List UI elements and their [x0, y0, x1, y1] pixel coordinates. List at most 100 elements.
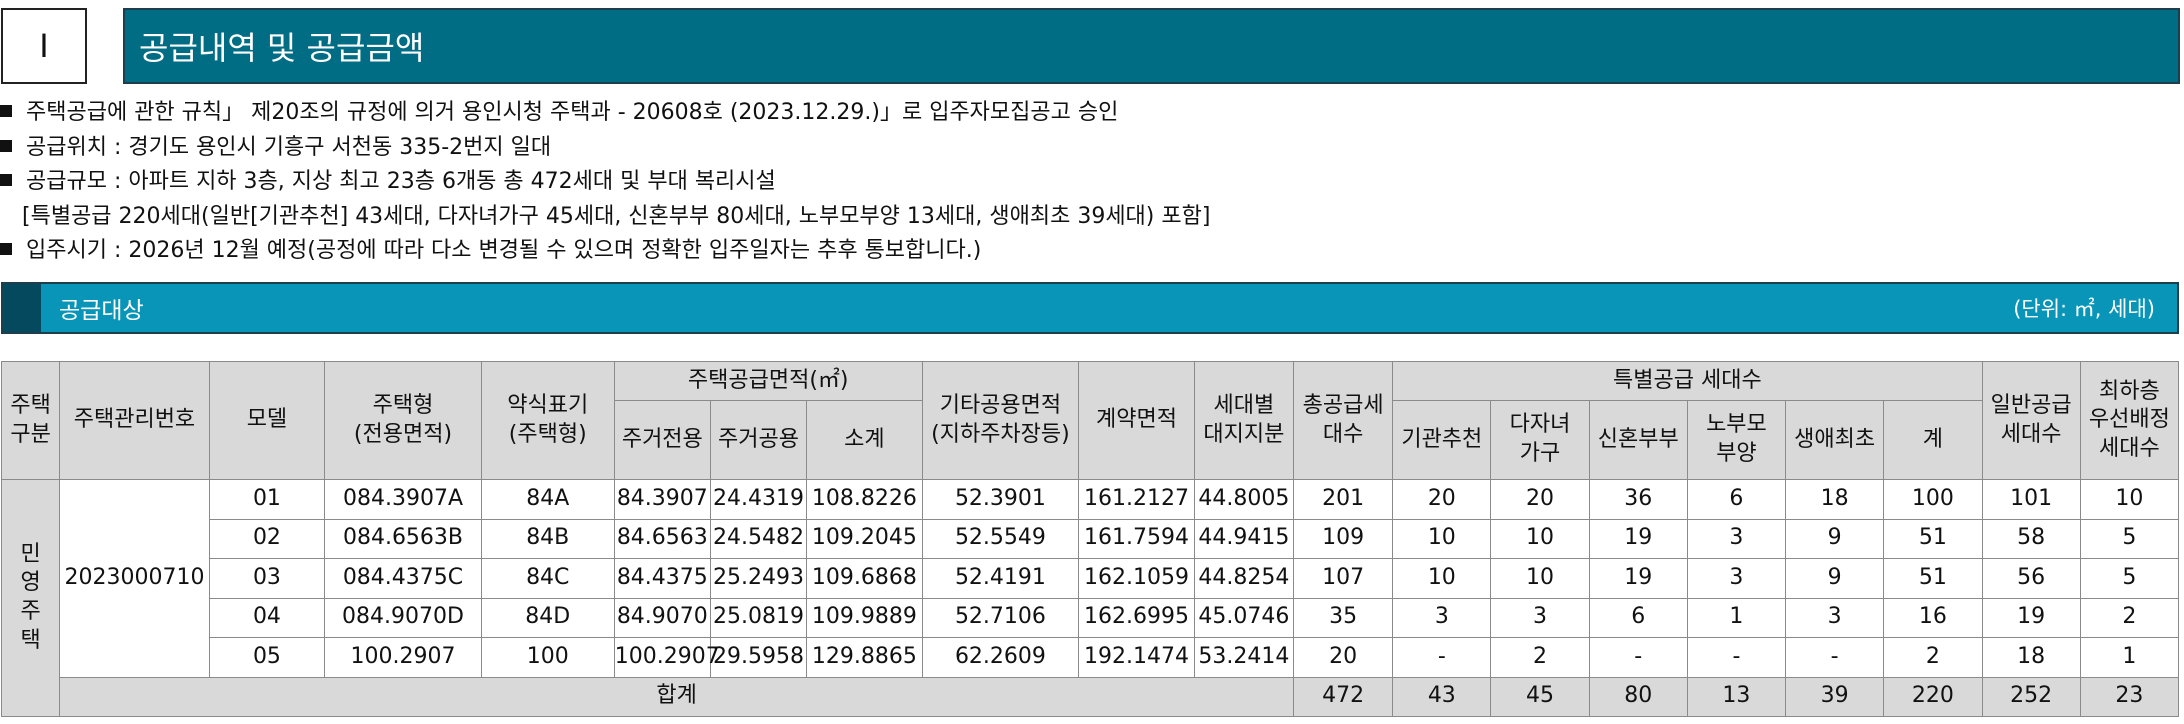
col-header-private: 주거전용 — [613, 400, 711, 480]
cell-lowest-floor: 5 — [2079, 518, 2180, 559]
table-row: 05 100.2907 100 100.2907 29.5958 129.886… — [2, 637, 2180, 678]
cell-housing-type: 084.9070D — [324, 597, 482, 638]
cell-lowest-floor: 10 — [2079, 479, 2180, 520]
total-institution: 43 — [1392, 676, 1492, 717]
col-header-newlywed: 신혼부부 — [1588, 400, 1688, 480]
total-special-sum: 220 — [1883, 676, 1983, 717]
table-row: 04 084.9070D 84D 84.9070 25.0819 109.988… — [2, 597, 2180, 638]
col-header-total-units: 총공급세 대수 — [1292, 361, 1394, 480]
cell-lowest-floor: 5 — [2079, 558, 2180, 599]
col-header-land-share: 세대별 대지지분 — [1193, 361, 1295, 480]
square-bullet-icon — [0, 243, 12, 255]
cell-contract-area: 162.1059 — [1078, 558, 1195, 599]
info-line: 공급규모 : 아파트 지하 3층, 지상 최고 23층 6개동 총 472세대 … — [0, 165, 2180, 200]
table-row: 02 084.6563B 84B 84.6563 24.5482 109.204… — [2, 518, 2180, 559]
col-header-first-time: 생애최초 — [1785, 400, 1885, 480]
cell-special-sum: 51 — [1883, 558, 1983, 599]
cell-contract-area: 192.1474 — [1078, 637, 1195, 678]
cell-private: 84.6563 — [613, 518, 711, 559]
cell-special-sum: 16 — [1883, 597, 1983, 638]
cell-multi-child: 10 — [1490, 558, 1590, 599]
cell-general: 18 — [1981, 637, 2081, 678]
cell-other-common: 52.4191 — [921, 558, 1080, 599]
col-header-model: 모델 — [208, 361, 326, 480]
square-bullet-icon — [0, 105, 12, 117]
cell-multi-child: 10 — [1490, 518, 1590, 559]
col-header-supply-area: 주택공급면적(㎡) — [613, 361, 923, 401]
total-multi-child: 45 — [1490, 676, 1590, 717]
total-general: 252 — [1981, 676, 2081, 717]
subsection-marker — [3, 284, 41, 332]
cell-subtotal: 109.9889 — [806, 597, 923, 638]
cell-lowest-floor: 2 — [2079, 597, 2180, 638]
info-list: 주택공급에 관한 규칙」 제20조의 규정에 의거 용인시청 주택과 - 206… — [0, 96, 2180, 269]
cell-private: 84.3907 — [613, 479, 711, 520]
info-line: 입주시기 : 2026년 12월 예정(공정에 따라 다소 변경될 수 있으며 … — [0, 234, 2180, 269]
total-label: 합계 — [59, 676, 1294, 717]
cell-special-sum: 51 — [1883, 518, 1983, 559]
section-title: 공급내역 및 공급금액 — [123, 8, 2180, 84]
col-header-special-sum: 계 — [1883, 400, 1983, 480]
total-newlywed: 80 — [1588, 676, 1688, 717]
cell-elderly: 3 — [1686, 558, 1787, 599]
cell-housing-type: 100.2907 — [324, 637, 482, 678]
cell-private: 84.4375 — [613, 558, 711, 599]
cell-newlywed: 6 — [1588, 597, 1688, 638]
cell-other-common: 52.7106 — [921, 597, 1080, 638]
square-bullet-icon — [0, 139, 12, 152]
cell-institution: 10 — [1392, 558, 1492, 599]
cell-abbr: 84C — [480, 558, 615, 599]
table-row: 민 영 주 택 2023000710 01 084.3907A 84A 84.3… — [0, 479, 2180, 717]
info-line: 공급위치 : 경기도 용인시 기흥구 서천동 335-2번지 일대 — [0, 131, 2180, 166]
cell-housing-type: 084.6563B — [324, 518, 482, 559]
cell-institution: 3 — [1392, 597, 1492, 638]
cell-special-sum: 100 — [1883, 479, 1983, 520]
col-header-elderly: 노부모 부양 — [1686, 400, 1787, 480]
cell-elderly: 6 — [1686, 479, 1787, 520]
cell-first-time: - — [1785, 637, 1885, 678]
cell-common: 24.4319 — [709, 479, 808, 520]
col-header-institution: 기관추천 — [1392, 400, 1492, 480]
cell-multi-child: 3 — [1490, 597, 1590, 638]
cell-other-common: 52.3901 — [921, 479, 1080, 520]
total-row: 합계 472 43 45 80 13 39 220 252 23 — [2, 676, 2180, 717]
unit-label: (단위: ㎡, 세대) — [2013, 297, 2155, 321]
cell-subtotal: 129.8865 — [806, 637, 923, 678]
cell-contract-area: 161.2127 — [1078, 479, 1195, 520]
supply-table: 주택 구분 주택관리번호 모델 주택형 (전용면적) 약식표기 (주택형) 주택… — [0, 361, 2180, 717]
cell-subtotal: 109.2045 — [806, 518, 923, 559]
cell-lowest-floor: 1 — [2079, 637, 2180, 678]
cell-general: 58 — [1981, 518, 2081, 559]
subsection-title: 공급대상 — [59, 298, 144, 324]
cell-abbr: 100 — [480, 637, 615, 678]
cell-first-time: 3 — [1785, 597, 1885, 638]
cell-land-share: 44.9415 — [1193, 518, 1295, 559]
cell-housing-type: 084.4375C — [324, 558, 482, 599]
cell-model: 05 — [208, 637, 326, 678]
cell-other-common: 62.2609 — [921, 637, 1080, 678]
col-header-abbr: 약식표기 (주택형) — [480, 361, 615, 480]
cell-model: 03 — [208, 558, 326, 599]
cell-total-units: 20 — [1292, 637, 1394, 678]
cell-first-time: 9 — [1785, 558, 1885, 599]
cell-subtotal: 109.6868 — [806, 558, 923, 599]
cell-subtotal: 108.8226 — [806, 479, 923, 520]
cell-abbr: 84A — [480, 479, 615, 520]
col-header-subtotal: 소계 — [806, 400, 923, 480]
cell-institution: 20 — [1392, 479, 1492, 520]
cell-common: 25.2493 — [709, 558, 808, 599]
col-header-lowest-floor: 최하층 우선배정 세대수 — [2079, 361, 2180, 480]
square-bullet-icon — [0, 174, 12, 186]
col-header-other-common: 기타공용면적 (지하주차장등) — [921, 361, 1080, 480]
col-header-contract-area: 계약면적 — [1078, 361, 1195, 480]
total-units: 472 — [1292, 676, 1394, 717]
info-line: 주택공급에 관한 규칙」 제20조의 규정에 의거 용인시청 주택과 - 206… — [0, 96, 2180, 131]
total-elderly: 13 — [1686, 676, 1787, 717]
cell-general: 56 — [1981, 558, 2081, 599]
cell-land-share: 44.8005 — [1193, 479, 1295, 520]
info-line: [특별공급 220세대(일반[기관추천] 43세대, 다자녀가구 45세대, 신… — [22, 203, 1211, 229]
col-header-general: 일반공급 세대수 — [1981, 361, 2081, 480]
cell-elderly: - — [1686, 637, 1787, 678]
total-first-time: 39 — [1785, 676, 1885, 717]
col-header-type: 주택 구분 — [0, 361, 61, 480]
